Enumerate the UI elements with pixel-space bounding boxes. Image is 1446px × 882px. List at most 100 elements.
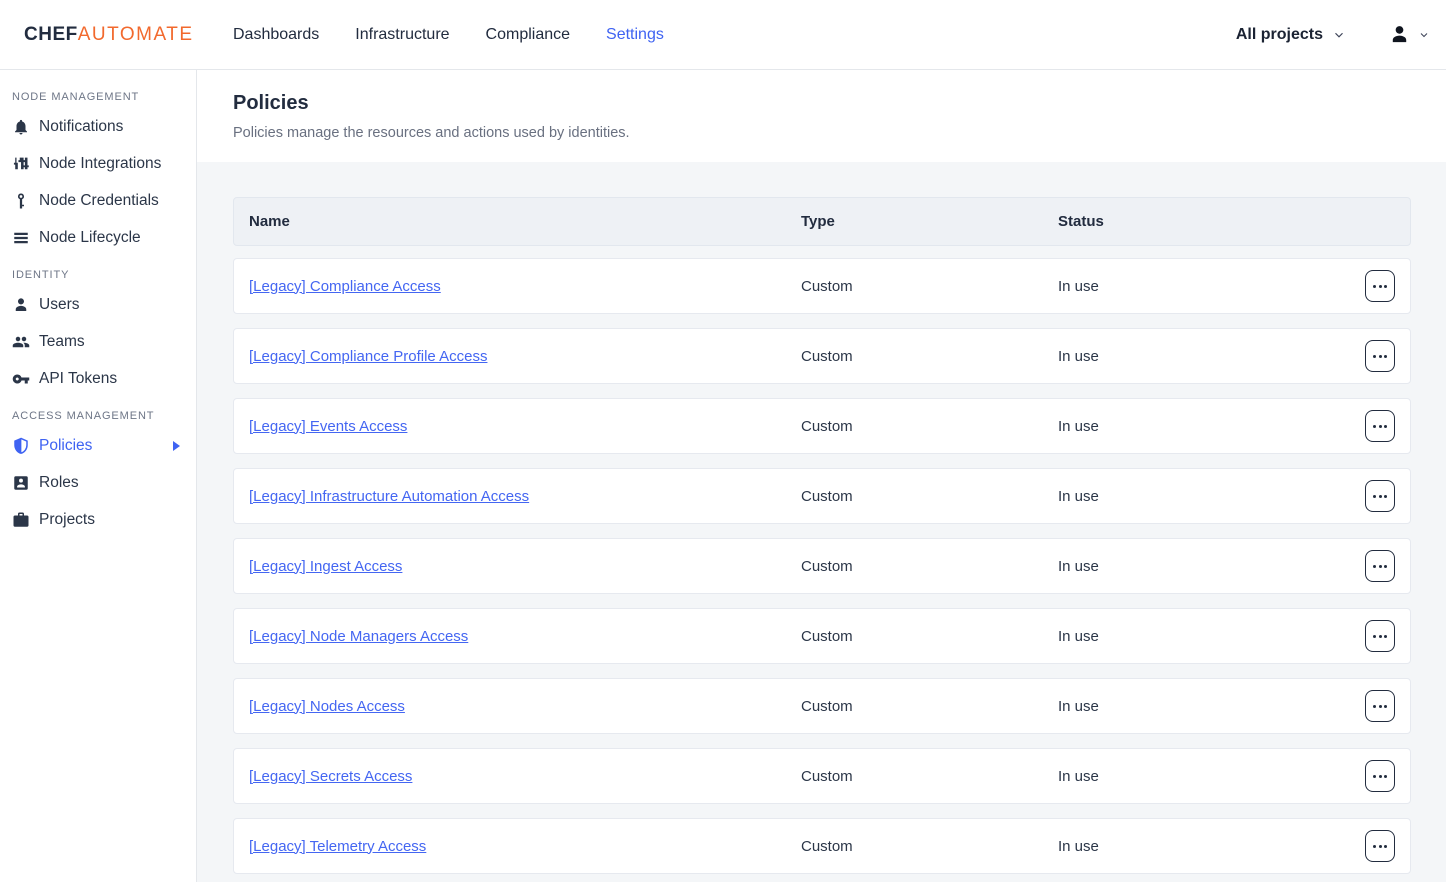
key-icon	[12, 370, 30, 388]
policy-type-value: Custom	[801, 558, 1058, 575]
policy-name-link[interactable]: [Legacy] Ingest Access	[249, 558, 402, 575]
chef-automate-logo[interactable]: CHEF AUTOMATE	[24, 24, 233, 46]
ellipsis-icon	[1373, 565, 1376, 568]
sidebar-section-title: IDENTITY	[0, 264, 196, 286]
user-menu-button[interactable]	[1388, 23, 1430, 46]
sidebar-item-node-credentials[interactable]: Node Credentials	[0, 182, 196, 219]
table-row: [Legacy] Ingest Access Custom In use	[233, 538, 1411, 594]
nav-compliance[interactable]: Compliance	[486, 26, 570, 44]
sidebar-item-label: Notifications	[39, 118, 123, 136]
row-more-options-button[interactable]	[1365, 830, 1395, 862]
page-title: Policies	[233, 92, 1411, 115]
main-content: Policies Policies manage the resources a…	[197, 70, 1446, 882]
sidebar-section-title: ACCESS MANAGEMENT	[0, 405, 196, 427]
briefcase-icon	[12, 511, 30, 529]
sidebar-section-title: NODE MANAGEMENT	[0, 86, 196, 108]
table-row: [Legacy] Node Managers Access Custom In …	[233, 608, 1411, 664]
person-icon	[12, 296, 30, 314]
policy-name-link[interactable]: [Legacy] Nodes Access	[249, 698, 405, 715]
column-header-status: Status	[1058, 213, 1365, 230]
sidebar-item-roles[interactable]: Roles	[0, 464, 196, 501]
badge-icon	[12, 474, 30, 492]
policy-name-link[interactable]: [Legacy] Infrastructure Automation Acces…	[249, 488, 529, 505]
policy-status-value: In use	[1058, 558, 1365, 575]
projects-filter-dropdown[interactable]: All projects	[1236, 26, 1346, 44]
submenu-expand-arrow-icon	[173, 441, 180, 451]
policy-name-link[interactable]: [Legacy] Secrets Access	[249, 768, 412, 785]
row-more-options-button[interactable]	[1365, 410, 1395, 442]
sidebar-item-node-lifecycle[interactable]: Node Lifecycle	[0, 219, 196, 256]
topbar-right: All projects	[1236, 23, 1430, 46]
shield-icon	[12, 437, 30, 455]
sidebar-item-label: Node Credentials	[39, 192, 159, 210]
sidebar-item-node-integrations[interactable]: Node Integrations	[0, 145, 196, 182]
nav-dashboards[interactable]: Dashboards	[233, 26, 319, 44]
bell-icon	[12, 118, 30, 136]
page-description: Policies manage the resources and action…	[233, 125, 1411, 141]
main-nav: Dashboards Infrastructure Compliance Set…	[233, 26, 664, 44]
settings-sidebar: NODE MANAGEMENT Notifications Node Integ…	[0, 70, 197, 882]
nav-settings[interactable]: Settings	[606, 26, 664, 44]
policy-type-value: Custom	[801, 628, 1058, 645]
column-header-type: Type	[801, 213, 1058, 230]
policy-status-value: In use	[1058, 348, 1365, 365]
policy-type-value: Custom	[801, 838, 1058, 855]
table-row: [Legacy] Events Access Custom In use	[233, 398, 1411, 454]
table-row: [Legacy] Compliance Profile Access Custo…	[233, 328, 1411, 384]
policy-status-value: In use	[1058, 418, 1365, 435]
row-more-options-button[interactable]	[1365, 550, 1395, 582]
sidebar-item-notifications[interactable]: Notifications	[0, 108, 196, 145]
table-row: [Legacy] Nodes Access Custom In use	[233, 678, 1411, 734]
table-row: [Legacy] Compliance Access Custom In use	[233, 258, 1411, 314]
table-row: [Legacy] Telemetry Access Custom In use	[233, 818, 1411, 874]
policy-status-value: In use	[1058, 488, 1365, 505]
sidebar-item-policies[interactable]: Policies	[0, 427, 196, 464]
sidebar-item-label: Node Integrations	[39, 155, 161, 173]
policy-status-value: In use	[1058, 838, 1365, 855]
policy-type-value: Custom	[801, 768, 1058, 785]
sidebar-item-users[interactable]: Users	[0, 286, 196, 323]
sidebar-section-access-management: ACCESS MANAGEMENT Policies Roles Project…	[0, 405, 196, 538]
policy-type-value: Custom	[801, 348, 1058, 365]
row-more-options-button[interactable]	[1365, 340, 1395, 372]
row-more-options-button[interactable]	[1365, 480, 1395, 512]
policy-type-value: Custom	[801, 418, 1058, 435]
projects-filter-label: All projects	[1236, 26, 1323, 44]
sidebar-item-projects[interactable]: Projects	[0, 501, 196, 538]
table-row: [Legacy] Secrets Access Custom In use	[233, 748, 1411, 804]
row-more-options-button[interactable]	[1365, 760, 1395, 792]
policy-name-link[interactable]: [Legacy] Compliance Access	[249, 278, 441, 295]
ellipsis-icon	[1373, 355, 1376, 358]
logo-automate-text: AUTOMATE	[78, 24, 194, 46]
policy-type-value: Custom	[801, 698, 1058, 715]
ellipsis-icon	[1373, 425, 1376, 428]
policy-type-value: Custom	[801, 278, 1058, 295]
policy-name-link[interactable]: [Legacy] Compliance Profile Access	[249, 348, 487, 365]
ellipsis-icon	[1373, 705, 1376, 708]
ellipsis-icon	[1373, 495, 1376, 498]
policy-name-link[interactable]: [Legacy] Node Managers Access	[249, 628, 468, 645]
sliders-icon	[12, 155, 30, 173]
policy-name-link[interactable]: [Legacy] Events Access	[249, 418, 407, 435]
sidebar-item-teams[interactable]: Teams	[0, 323, 196, 360]
sidebar-item-api-tokens[interactable]: API Tokens	[0, 360, 196, 397]
row-more-options-button[interactable]	[1365, 690, 1395, 722]
table-row: [Legacy] Infrastructure Automation Acces…	[233, 468, 1411, 524]
topbar: CHEF AUTOMATE Dashboards Infrastructure …	[0, 0, 1446, 70]
policy-name-link[interactable]: [Legacy] Telemetry Access	[249, 838, 426, 855]
sidebar-item-label: Projects	[39, 511, 95, 529]
ellipsis-icon	[1373, 285, 1376, 288]
ellipsis-icon	[1373, 845, 1376, 848]
sidebar-item-label: API Tokens	[39, 370, 117, 388]
ellipsis-icon	[1373, 635, 1376, 638]
row-more-options-button[interactable]	[1365, 270, 1395, 302]
ellipsis-icon	[1373, 775, 1376, 778]
sidebar-item-label: Teams	[39, 333, 85, 351]
sidebar-item-label: Node Lifecycle	[39, 229, 141, 247]
content-area: Name Type Status [Legacy] Compliance Acc…	[197, 162, 1446, 882]
nav-infrastructure[interactable]: Infrastructure	[355, 26, 449, 44]
row-more-options-button[interactable]	[1365, 620, 1395, 652]
policies-table: Name Type Status [Legacy] Compliance Acc…	[233, 197, 1411, 874]
logo-chef-text: CHEF	[24, 24, 78, 46]
people-icon	[12, 333, 30, 351]
